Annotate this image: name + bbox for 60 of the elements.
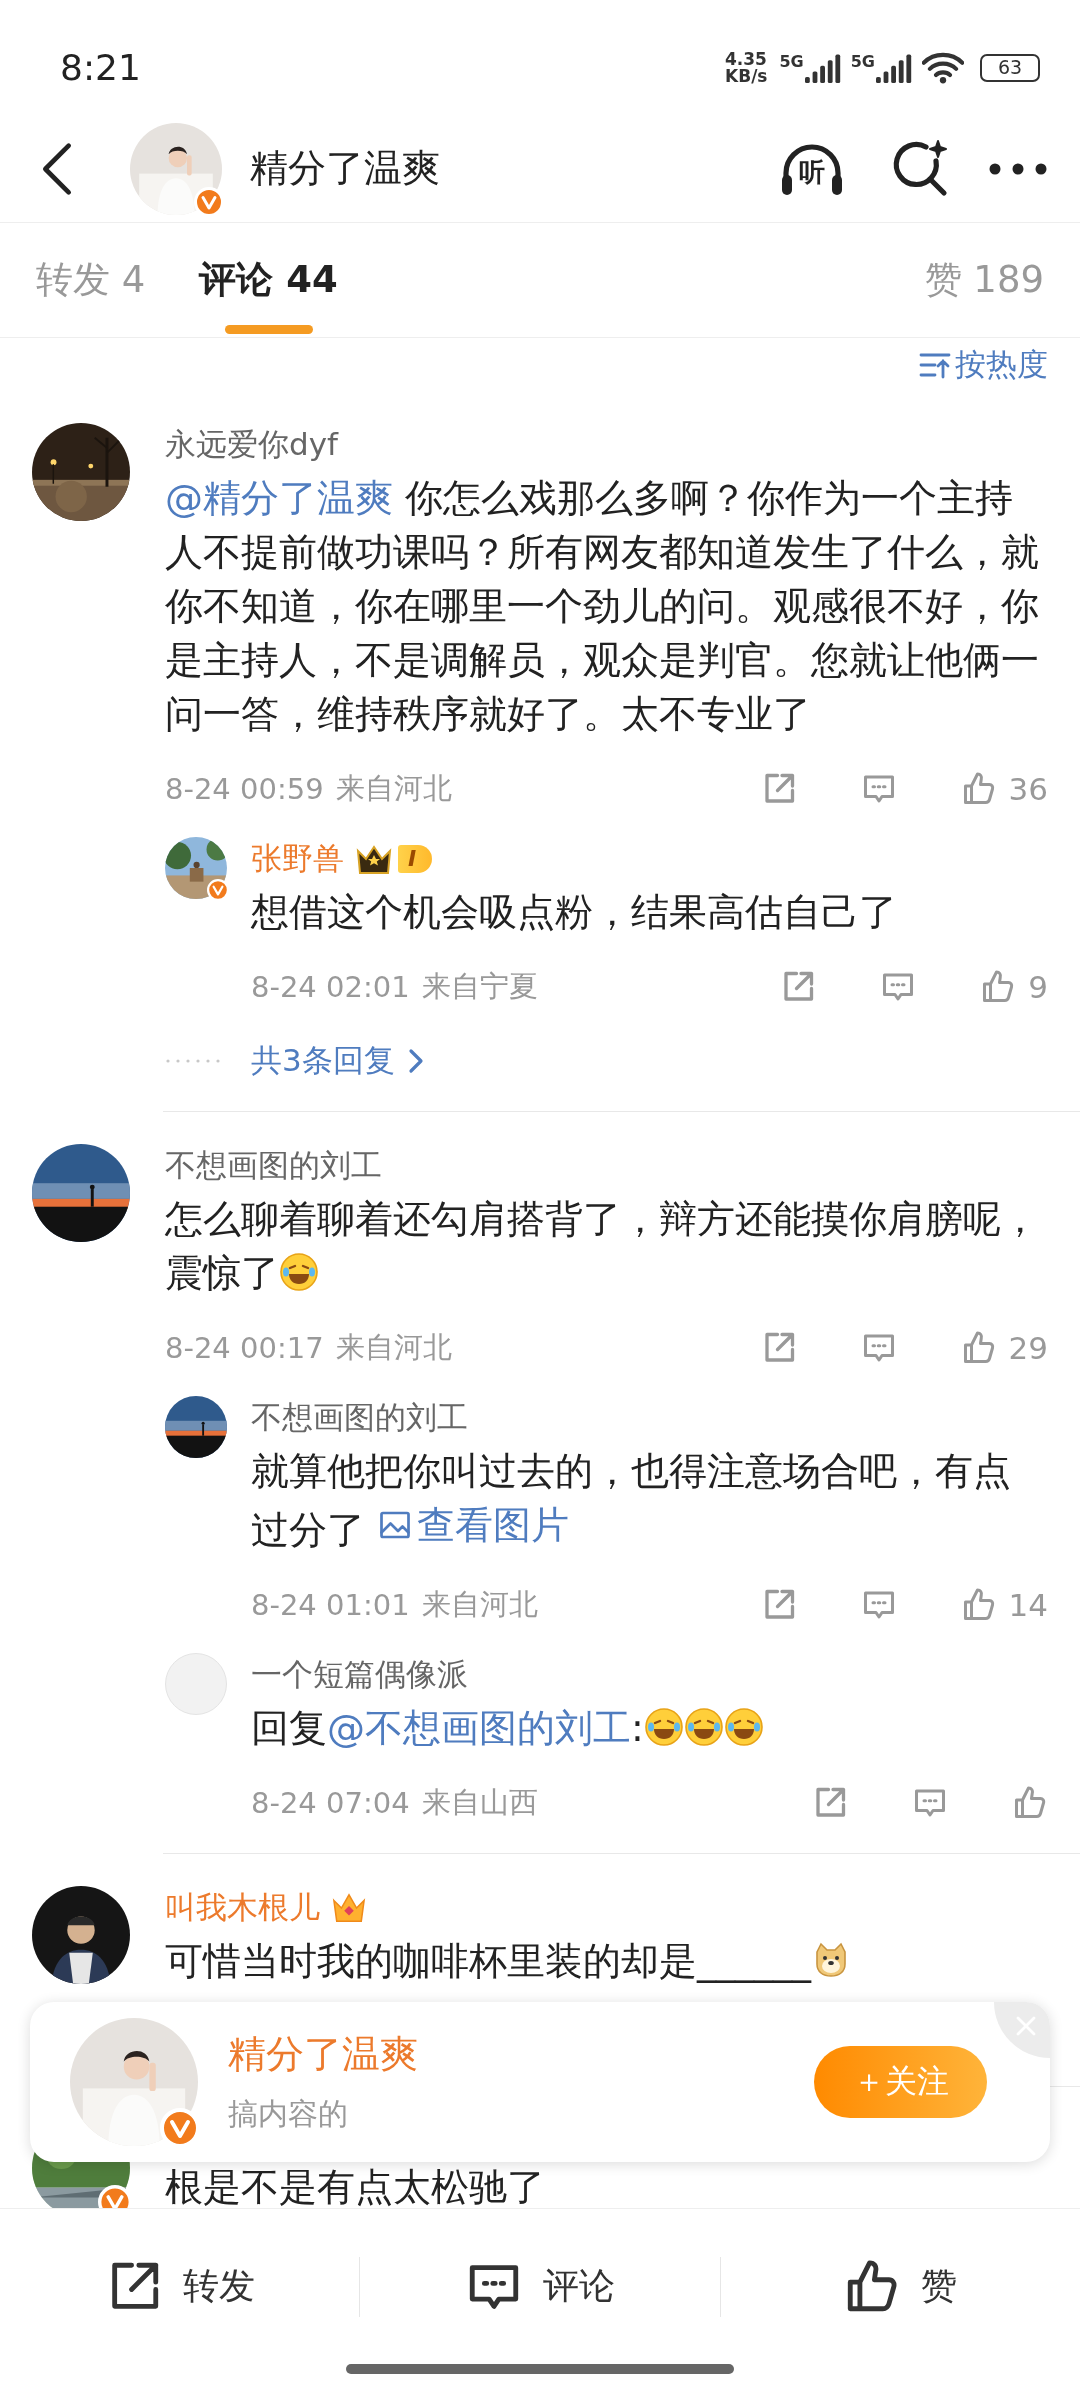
sort-button[interactable]: 按热度 [919,343,1048,386]
user-name[interactable]: 永远爱你dyf [165,424,338,466]
laughing-emoji-icon [723,1707,764,1747]
network-type: 5G [850,53,875,71]
level-badge: I [398,845,433,873]
tab[interactable]: 赞 189 [924,223,1044,337]
crown-icon [330,1891,368,1925]
share-button[interactable]: 转发 [0,2257,360,2316]
comment-location: 来自宁夏 [421,968,538,1005]
comment-text: 想借这个机会吸点粉，结果高估自己了 [251,889,898,936]
comment-text: 怎么聊着聊着还勾肩搭背了，辩方还能摸你肩膀呢，震惊了 [165,1196,1040,1297]
tab[interactable]: 转发 4 [36,223,146,337]
comment-time: 8-24 07:04 [251,1786,410,1820]
like-button[interactable]: 赞 [720,2257,1080,2316]
view-replies-link[interactable]: 共3条回复 [251,1040,425,1082]
comment-location: 来自河北 [421,1586,538,1623]
mention-link[interactable]: @不想画图的刘工 [327,1706,631,1750]
like-button[interactable]: 36 [960,771,1048,807]
like-button[interactable]: 9 [980,969,1048,1005]
signal-icon [876,53,914,83]
comment-time: 8-24 01:01 [251,1588,410,1622]
status-time: 8:21 [60,46,141,90]
tab[interactable]: 评论 44 [199,223,338,337]
network-speed-unit: KB/s [725,68,768,85]
like-button[interactable] [1012,1785,1048,1821]
comment-text: 就算他把你叫过去的，也得注意场合吧，有点过分了 查看图片 [251,1448,1012,1554]
account-name[interactable]: 精分了温爽 [250,143,440,194]
comment-time: 8-24 00:17 [165,1331,324,1365]
mention-link[interactable]: @精分了温爽 [165,476,393,520]
battery-indicator: 63 [980,54,1040,82]
comment-text: 回复@不想画图的刘工: [251,1701,1048,1755]
comment-location: 来自山西 [421,1784,538,1821]
comment-text: 可惜当时我的咖啡杯里装的却是______ [165,1934,1048,1988]
thumbs-up-icon [1012,1785,1048,1821]
account-name[interactable]: 精分了温爽 [228,2029,418,2080]
user-name[interactable]: 一个短篇偶像派 [251,1654,468,1696]
comment-location: 来自河北 [335,1329,452,1366]
user-name[interactable]: 叫我木根儿 [165,1887,320,1929]
comment-time: 8-24 02:01 [251,970,410,1004]
user-name[interactable]: 张野兽 [251,838,344,880]
comment-text: @精分了温爽 你怎么戏那么多啊？你作为一个主持人不提前做功课吗？所有网友都知道发生了什么，就你不知道，你在哪里一个劲儿的问。观感很不好，你是主持人，不是调解员，观众是判官。您就让他俩一问一答，维持秩序就好了。太不专业了 [165,475,1040,738]
comment-time: 8-24 00:59 [165,772,324,806]
comment-button[interactable]: 评论 [360,2257,720,2316]
user-name[interactable]: 不想画图的刘工 [165,1145,382,1187]
account-description: 搞内容的 [228,2095,349,2133]
wifi-icon [922,52,964,84]
comment-text: 根是不是有点太松驰了 [165,2167,546,2207]
like-button[interactable]: 14 [960,1587,1048,1623]
laughing-emoji-icon [643,1707,684,1747]
crown-icon [354,843,394,875]
like-button[interactable]: 29 [960,1330,1048,1366]
laughing-emoji-icon [279,1252,319,1292]
network-speed: 4.35 [725,51,768,68]
comment-location: 来自河北 [335,770,452,807]
user-name[interactable]: 不想画图的刘工 [251,1397,468,1439]
network-type: 5G [779,53,804,71]
laughing-emoji-icon [683,1707,724,1747]
signal-icon [804,53,843,83]
view-image-link[interactable]: 查看图片 [377,1498,570,1552]
listen-button[interactable]: 听 [776,132,848,205]
